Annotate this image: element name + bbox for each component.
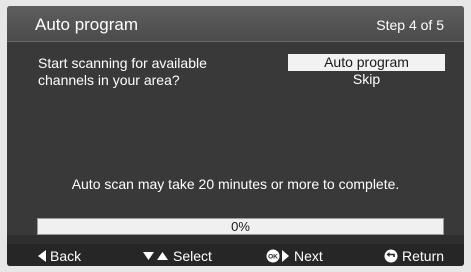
back-label: Back <box>50 248 82 264</box>
ok-right-arrow-icon: OK <box>266 249 289 263</box>
up-down-arrows-icon <box>143 252 168 260</box>
title-bar: Auto program Step 4 of 5 <box>7 6 464 42</box>
dialog-content: Start scanning for available channels in… <box>7 42 464 235</box>
return-label: Return <box>402 248 445 264</box>
scan-duration-note: Auto scan may take 20 minutes or more to… <box>71 176 400 192</box>
page-title: Auto program <box>35 15 138 34</box>
option-list: Auto program Skip <box>288 54 445 88</box>
select-label: Select <box>173 248 212 264</box>
scan-question: Start scanning for available channels in… <box>38 55 207 88</box>
select-hint: Select <box>143 246 212 266</box>
left-arrow-icon <box>38 250 46 262</box>
back-button[interactable]: Back <box>38 246 81 266</box>
option-auto-program[interactable]: Auto program <box>288 54 445 71</box>
auto-program-dialog: Auto program Step 4 of 5 Start scanning … <box>7 6 464 266</box>
progress-bar: 0% <box>37 218 444 235</box>
next-label: Next <box>294 248 323 264</box>
next-button[interactable]: OK Next <box>266 246 323 266</box>
step-indicator: Step 4 of 5 <box>376 17 444 33</box>
option-skip[interactable]: Skip <box>288 71 445 88</box>
tv-frame: Auto program Step 4 of 5 Start scanning … <box>0 0 471 272</box>
progress-label: 0% <box>231 219 250 234</box>
svg-text:OK: OK <box>268 254 278 261</box>
footer-bar: Back Select OK Next Return <box>7 244 464 266</box>
return-icon <box>384 249 398 263</box>
return-button[interactable]: Return <box>384 246 444 266</box>
